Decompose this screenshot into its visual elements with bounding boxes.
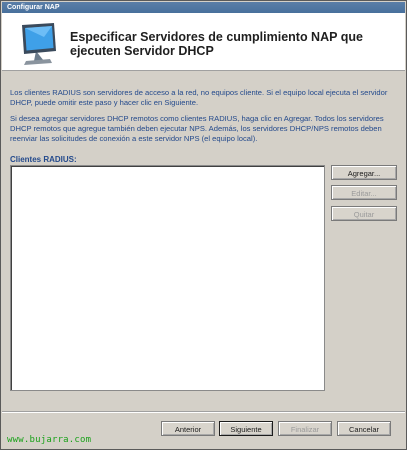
radius-clients-list[interactable] <box>10 165 325 391</box>
wizard-page-title: Especificar Servidores de cumplimiento N… <box>70 30 363 58</box>
add-button[interactable]: Agregar... <box>331 165 397 180</box>
back-button[interactable]: Anterior <box>161 421 215 436</box>
network-monitor-icon <box>14 21 62 67</box>
next-button[interactable]: Siguiente <box>219 421 273 436</box>
wizard-header: Especificar Servidores de cumplimiento N… <box>2 13 405 71</box>
configure-nap-window: Configurar NAP Especificar Servidores de… <box>0 0 407 450</box>
cancel-button[interactable]: Cancelar <box>337 421 391 436</box>
window-title: Configurar NAP <box>7 4 60 11</box>
footer-divider <box>2 411 405 413</box>
title-bar[interactable]: Configurar NAP <box>2 2 405 13</box>
radius-clients-label: Clientes RADIUS: <box>10 155 77 164</box>
edit-button[interactable]: Editar... <box>331 185 397 200</box>
instruction-paragraph-2: Si desea agregar servidores DHCP remotos… <box>10 114 384 143</box>
watermark-text: www.bujarra.com <box>7 435 92 445</box>
finish-button[interactable]: Finalizar <box>278 421 332 436</box>
remove-button[interactable]: Quitar <box>331 206 397 221</box>
instruction-paragraph-1: Los clientes RADIUS son servidores de ac… <box>10 88 388 107</box>
